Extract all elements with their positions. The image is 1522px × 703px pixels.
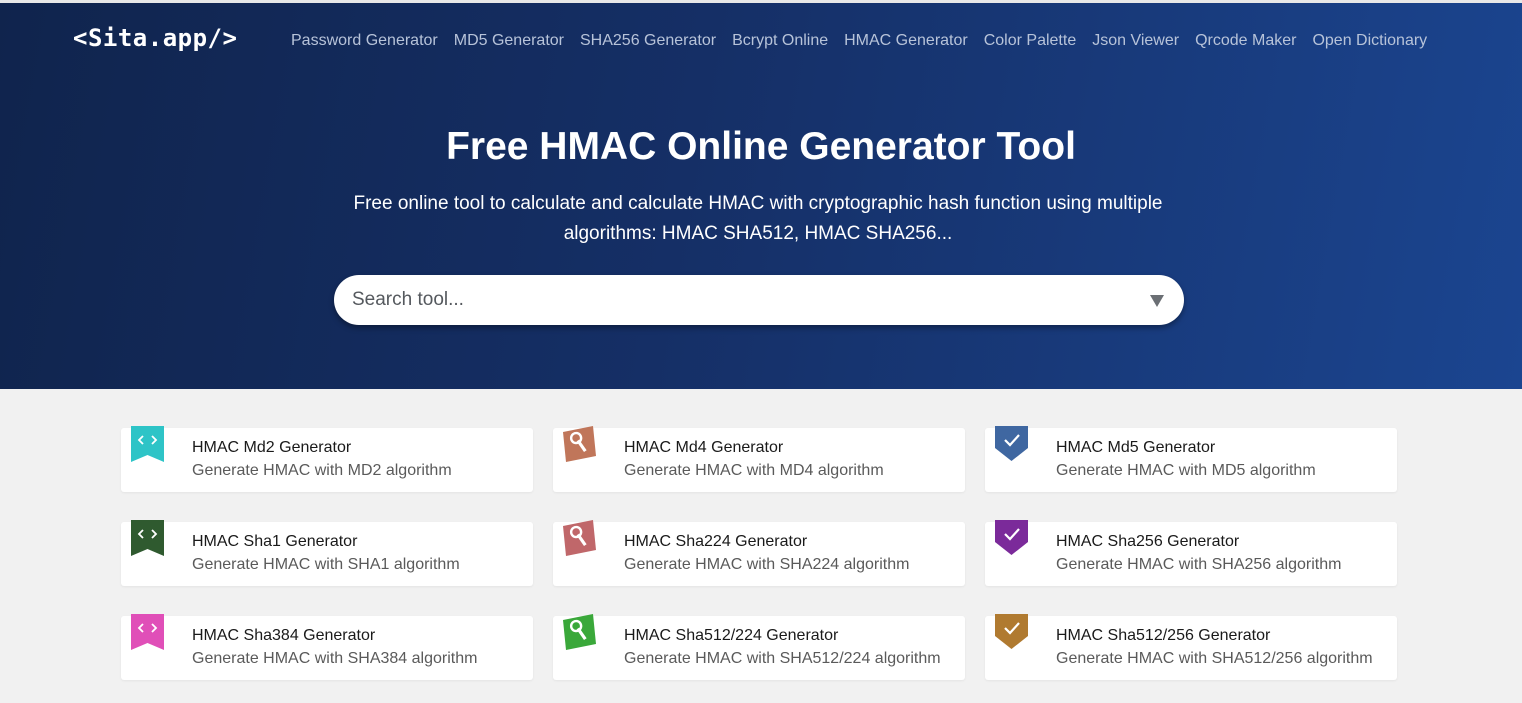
tool-card[interactable]: HMAC Md4 Generator Generate HMAC with MD4… <box>553 426 965 492</box>
tool-card-title: HMAC Sha1 Generator <box>192 533 358 550</box>
tool-card-title: HMAC Sha256 Generator <box>1056 533 1240 550</box>
nav-link-json-viewer[interactable]: Json Viewer <box>1092 30 1179 52</box>
tool-card-title: HMAC Md4 Generator <box>624 439 784 456</box>
tool-card-title: HMAC Md2 Generator <box>192 439 352 456</box>
nav-link-sha256-generator[interactable]: SHA256 Generator <box>580 30 716 52</box>
nav-link-bcrypt-online[interactable]: Bcrypt Online <box>732 30 828 52</box>
code-icon <box>131 614 164 650</box>
wrench-icon <box>563 520 596 556</box>
code-icon <box>131 520 164 556</box>
tool-card[interactable]: HMAC Sha512/256 Generator Generate HMAC w… <box>985 614 1397 680</box>
nav-link-open-dictionary[interactable]: Open Dictionary <box>1312 30 1427 52</box>
search-box[interactable] <box>334 275 1184 325</box>
check-icon <box>995 426 1028 461</box>
tool-card[interactable]: HMAC Sha512/224 Generator Generate HMAC w… <box>553 614 965 680</box>
tool-card-description: Generate HMAC with SHA384 algorithm <box>192 650 478 667</box>
nav-link-color-palette[interactable]: Color Palette <box>984 30 1077 52</box>
site-logo[interactable]: <Sita.app/> <box>73 24 237 52</box>
page-subtitle: Free online tool to calculate and calcul… <box>330 189 1186 249</box>
page-subtitle-line-1: Free online tool to calculate and calcul… <box>353 193 1163 214</box>
nav-link-md5-generator[interactable]: MD5 Generator <box>454 30 564 52</box>
check-icon <box>995 614 1028 649</box>
dropdown-caret-icon[interactable] <box>1149 292 1165 308</box>
tool-card[interactable]: HMAC Sha224 Generator Generate HMAC with … <box>553 520 965 586</box>
tool-card-description: Generate HMAC with MD4 algorithm <box>624 462 884 479</box>
tool-card-description: Generate HMAC with MD2 algorithm <box>192 462 452 479</box>
tool-card-description: Generate HMAC with SHA1 algorithm <box>192 556 460 573</box>
code-icon <box>131 426 164 462</box>
tool-card[interactable]: HMAC Sha384 Generator Generate HMAC with … <box>121 614 533 680</box>
nav-link-qrcode-maker[interactable]: Qrcode Maker <box>1195 30 1296 52</box>
tool-card[interactable]: HMAC Sha1 Generator Generate HMAC with SH… <box>121 520 533 586</box>
tool-card-title: HMAC Sha512/224 Generator <box>624 627 839 644</box>
tool-card[interactable]: HMAC Md5 Generator Generate HMAC with MD5… <box>985 426 1397 492</box>
page-subtitle-line-2: algorithms: HMAC SHA512, HMAC SHA256... <box>563 223 953 244</box>
tool-card-description: Generate HMAC with SHA224 algorithm <box>624 556 910 573</box>
tool-card-title: HMAC Md5 Generator <box>1056 439 1216 456</box>
tool-card-title: HMAC Sha224 Generator <box>624 533 808 550</box>
wrench-icon <box>563 426 596 462</box>
page-title: Free HMAC Online Generator Tool <box>446 125 1076 168</box>
tool-card-description: Generate HMAC with SHA256 algorithm <box>1056 556 1342 573</box>
nav-link-password-generator[interactable]: Password Generator <box>291 30 438 52</box>
tool-card[interactable]: HMAC Sha256 Generator Generate HMAC with … <box>985 520 1397 586</box>
tool-card-title: HMAC Sha384 Generator <box>192 627 376 644</box>
hero-banner: <Sita.app/> Password Generator MD5 Gener… <box>0 0 1522 389</box>
check-icon <box>995 520 1028 555</box>
tool-card-description: Generate HMAC with SHA512/224 algorithm <box>624 650 941 667</box>
tool-card[interactable]: HMAC Md2 Generator Generate HMAC with MD2… <box>121 426 533 492</box>
search-input[interactable] <box>352 275 1132 325</box>
wrench-icon <box>563 614 596 650</box>
tool-card-description: Generate HMAC with MD5 algorithm <box>1056 462 1316 479</box>
tool-card-description: Generate HMAC with SHA512/256 algorithm <box>1056 650 1373 667</box>
top-nav: Password Generator MD5 Generator SHA256 … <box>291 30 1443 52</box>
tool-card-title: HMAC Sha512/256 Generator <box>1056 627 1271 644</box>
nav-link-hmac-generator[interactable]: HMAC Generator <box>844 30 968 52</box>
